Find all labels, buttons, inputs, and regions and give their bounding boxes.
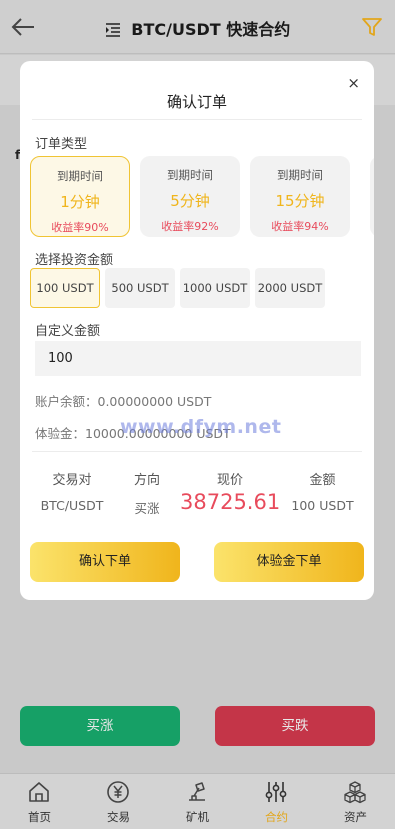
- close-icon[interactable]: ×: [347, 74, 360, 92]
- tab-trade[interactable]: 交易: [79, 774, 158, 829]
- yen-icon: [107, 781, 129, 803]
- summary-direction-value: 买涨: [134, 501, 160, 516]
- custom-amount-input[interactable]: [35, 341, 361, 376]
- order-card-duration: 5分钟: [170, 192, 210, 210]
- order-card-rate: 收益率92%: [161, 220, 219, 233]
- tab-label: 资产: [344, 810, 367, 824]
- buy-down-button[interactable]: 买跌: [215, 706, 375, 746]
- summary-amount: 金额 100 USDT: [285, 469, 360, 513]
- order-card-label: 到期时间: [57, 169, 103, 183]
- cubes-icon: [344, 781, 366, 804]
- buy-up-button[interactable]: 买涨: [20, 706, 180, 746]
- order-type-list: 到期时间 1分钟 收益率90% 到期时间 5分钟 收益率92% 到期时间 15分…: [30, 156, 374, 238]
- experience-balance: 体验金：10000.00000000 USDT: [35, 426, 231, 441]
- summary-amount-head: 金额: [309, 473, 336, 488]
- summary-price-head: 现价: [216, 473, 243, 488]
- page-title: BTC/USDT 快速合约: [131, 20, 291, 39]
- divider: [32, 119, 362, 120]
- order-card-1min[interactable]: 到期时间 1分钟 收益率90%: [30, 156, 130, 237]
- amount-option-100[interactable]: 100 USDT: [30, 268, 100, 308]
- tab-label: 矿机: [186, 810, 209, 824]
- page-title-wrap: BTC/USDT 快速合约: [0, 16, 395, 40]
- summary-price: 现价 38725.61: [180, 469, 280, 514]
- amount-option-1000[interactable]: 1000 USDT: [180, 268, 250, 308]
- summary-amount-value: 100 USDT: [291, 498, 354, 513]
- order-card-15min[interactable]: 到期时间 15分钟 收益率94%: [250, 156, 350, 237]
- summary-pair-value: BTC/USDT: [40, 498, 104, 513]
- tab-label: 交易: [107, 810, 130, 824]
- amount-option-500[interactable]: 500 USDT: [105, 268, 175, 308]
- home-icon: [29, 782, 49, 802]
- confirm-order-modal: 确认订单 × 订单类型 到期时间 1分钟 收益率90% 到期时间 5分钟 收益率…: [20, 61, 374, 600]
- tab-assets[interactable]: 资产: [316, 774, 395, 829]
- filter-icon[interactable]: [361, 16, 383, 38]
- menu-collapse-icon[interactable]: [105, 22, 121, 38]
- order-card-rate: 收益率90%: [51, 221, 109, 234]
- summary-direction: 方向 买涨: [122, 469, 172, 517]
- tab-label: 首页: [28, 810, 51, 824]
- top-bar: BTC/USDT 快速合约: [0, 0, 395, 54]
- order-card-label: 到期时间: [277, 168, 323, 182]
- order-card-5min[interactable]: 到期时间 5分钟 收益率92%: [140, 156, 240, 237]
- summary-pair: 交易对 BTC/USDT: [37, 469, 107, 513]
- order-card-label: 到期时间: [167, 168, 213, 182]
- order-card-rate: 收益率94%: [271, 220, 329, 233]
- confirm-order-button[interactable]: 确认下单: [30, 542, 180, 582]
- investment-amount-label: 选择投资金额: [35, 253, 114, 268]
- order-card-overflow[interactable]: [370, 156, 374, 237]
- bottom-tab-bar: 首页 交易 矿机 合约 资产: [0, 773, 395, 829]
- summary-direction-head: 方向: [133, 473, 160, 488]
- amount-option-2000[interactable]: 2000 USDT: [255, 268, 325, 308]
- sliders-icon: [265, 782, 287, 802]
- summary-pair-head: 交易对: [52, 473, 92, 488]
- tab-contract[interactable]: 合约: [237, 774, 316, 829]
- order-card-duration: 1分钟: [60, 193, 100, 211]
- custom-amount-label: 自定义金额: [35, 324, 101, 339]
- order-card-duration: 15分钟: [275, 192, 325, 210]
- miner-icon: [189, 782, 205, 801]
- tab-home[interactable]: 首页: [0, 774, 79, 829]
- tab-label: 合约: [265, 810, 288, 824]
- divider: [32, 451, 362, 452]
- account-balance: 账户余额：0.00000000 USDT: [35, 394, 212, 409]
- order-type-label: 订单类型: [35, 137, 88, 152]
- modal-title: 确认订单: [166, 93, 227, 111]
- experience-order-button[interactable]: 体验金下单: [214, 542, 364, 582]
- summary-price-value: 38725.61: [180, 490, 281, 514]
- tab-miner[interactable]: 矿机: [158, 774, 237, 829]
